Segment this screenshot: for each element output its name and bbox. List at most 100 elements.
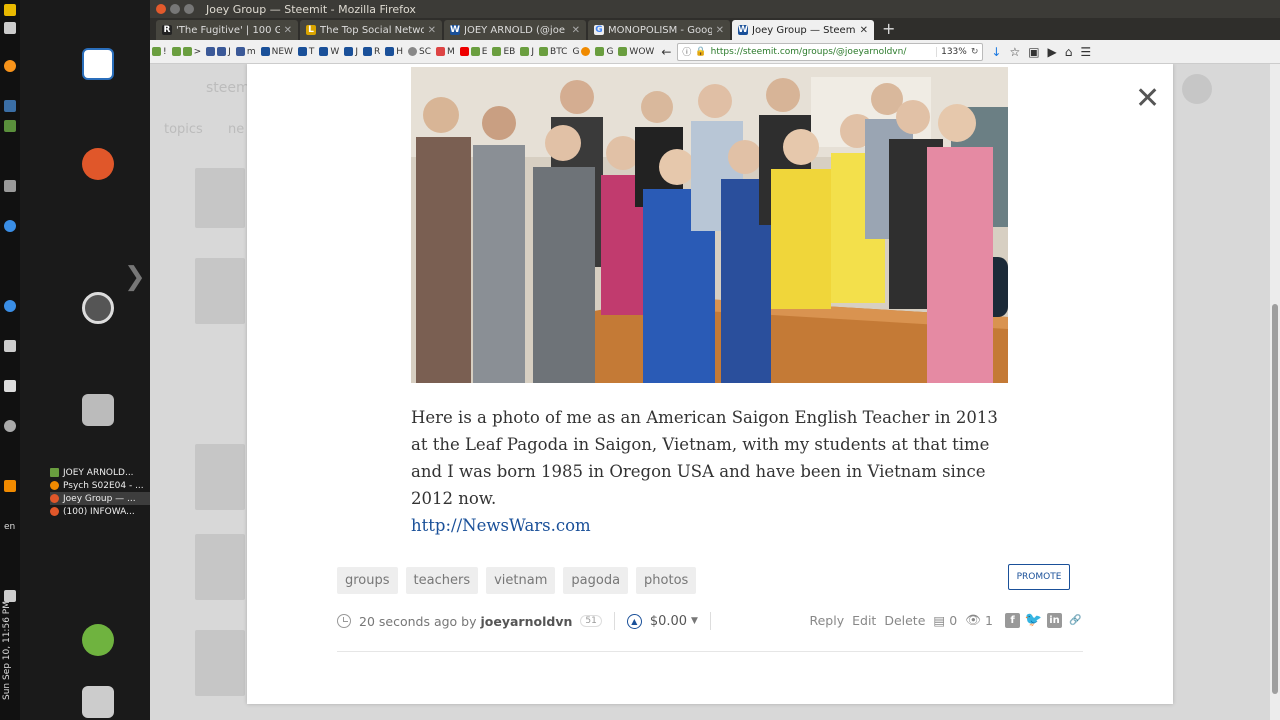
delete-link[interactable]: Delete [884,613,925,628]
clipboard-icon[interactable]: ▣ [1028,45,1039,59]
close-icon[interactable]: ✕ [1135,84,1160,114]
reload-icon[interactable]: ↻ [971,47,979,57]
tab[interactable]: R 'The Fugitive' | 100 Gr ✕ [156,20,298,40]
payout-value[interactable]: $0.00 [650,614,687,629]
upvote-icon[interactable]: ▲ [626,613,642,629]
user-icon[interactable] [82,624,114,656]
facebook-icon[interactable]: f [1005,612,1020,628]
zoom-level[interactable]: 133% [936,46,967,57]
bookmark[interactable]: > [171,47,201,57]
bitcoin-icon[interactable] [4,60,16,72]
bookmark[interactable]: G [572,47,591,57]
author-link[interactable]: joeyarnoldvn [481,614,573,629]
close-tab-icon[interactable]: ✕ [284,25,292,36]
taskbar-item[interactable]: Psych S02E04 - ... [50,479,150,492]
post-photo[interactable] [411,67,1008,383]
promote-button[interactable]: PROMOTE [1008,564,1070,590]
ubuntu-icon[interactable] [4,4,16,16]
chevron-down-icon[interactable]: ▼ [691,616,698,626]
bookmark[interactable]: E [459,47,487,57]
bookmark[interactable]: J [344,47,358,57]
close-tab-icon[interactable]: ✕ [428,25,436,36]
document-icon[interactable] [82,48,114,80]
back-icon[interactable]: ← [661,45,671,59]
tab[interactable]: L The Top Social Networ ✕ [300,20,442,40]
youtube-icon[interactable]: ▶ [1048,45,1057,59]
twitter-icon[interactable]: 🐦 [1025,612,1042,628]
app-icon[interactable] [4,180,16,192]
tag[interactable]: vietnam [486,567,556,594]
tag[interactable]: pagoda [563,567,629,594]
app-icon[interactable] [4,340,16,352]
bookmark[interactable]: G [595,47,613,57]
tab[interactable]: W JOEY ARNOLD (@joe ✕ [444,20,586,40]
scrollbar[interactable] [1270,64,1280,720]
comment-count[interactable]: ▤ 0 [933,613,957,628]
bookmark[interactable]: R [362,47,380,57]
app-icon[interactable] [4,420,16,432]
tab[interactable]: G MONOPOLISM - Goog ✕ [588,20,730,40]
app-icon[interactable] [4,380,16,392]
link-icon[interactable]: 🔗 [1068,613,1083,628]
bookmark[interactable]: J [520,47,534,57]
taskbar-item[interactable]: Joey Group — ... [50,492,150,505]
firefox-icon[interactable] [82,148,114,180]
language-indicator[interactable]: en [4,522,15,532]
app-icon[interactable] [4,22,16,34]
info-icon[interactable]: ⓘ [682,45,691,58]
tag[interactable]: teachers [405,567,479,594]
tab[interactable]: W Joey Group — Steemit ✕ [732,20,874,40]
download-icon[interactable]: ↓ [991,45,1001,59]
bookmark[interactable]: EB [492,47,515,57]
chrome-icon[interactable] [4,300,16,312]
vlc-icon[interactable] [4,480,16,492]
minimize-window-button[interactable] [170,4,180,14]
post-time[interactable]: 20 seconds ago by [359,614,477,629]
trash-icon[interactable] [82,686,114,718]
app-icon[interactable] [4,100,16,112]
new-tab-icon[interactable]: + [882,19,895,38]
url-text[interactable]: https://steemit.com/groups/@joeyarnoldvn… [711,47,932,57]
edit-link[interactable]: Edit [852,613,876,628]
bookmark[interactable]: T [297,46,315,57]
tag[interactable]: groups [337,567,398,594]
chevron-right-icon[interactable]: ❯ [124,262,146,292]
facebook-icon [217,47,227,56]
app-icon[interactable] [4,120,16,132]
menu-icon[interactable]: ☰ [1080,45,1091,59]
close-tab-icon[interactable]: ✕ [572,25,580,36]
ubuntu-settings-icon[interactable] [82,292,114,324]
close-tab-icon[interactable]: ✕ [860,25,868,36]
url-bar[interactable]: ⓘ 🔒 https://steemit.com/groups/@joeyarno… [677,42,984,61]
bookmark[interactable]: SC [408,47,431,57]
bookmark[interactable]: BTC [539,47,567,57]
bookmark[interactable]: NEW [260,47,293,57]
maximize-window-button[interactable] [184,4,194,14]
bookmark[interactable]: J [206,47,231,57]
tag[interactable]: photos [636,567,697,594]
scrollbar-thumb[interactable] [1272,304,1278,694]
bookmark[interactable]: M [436,47,455,57]
post-modal: ✕ Here is a photo of me as an American S… [247,64,1173,704]
bookmark[interactable]: m [235,47,256,57]
bookmark[interactable]: H [385,47,403,57]
reply-link[interactable]: Reply [809,613,844,628]
linkedin-icon[interactable]: in [1047,612,1062,628]
bookmark[interactable]: W [319,47,339,57]
bookmark-label: T [308,46,315,57]
comment-icon: ▤ [933,612,946,628]
bookmark[interactable]: WOW [618,47,654,57]
app-icon[interactable] [4,220,16,232]
tab-title: JOEY ARNOLD (@joe [464,24,565,36]
bookmark-label: J [355,46,358,57]
taskbar-item[interactable]: (100) INFOWA... [50,505,150,518]
post-link[interactable]: http://NewsWars.com [411,516,591,535]
taskbar-item[interactable]: JOEY ARNOLD... [50,466,150,479]
clock[interactable]: Sun Sep 10, 11:56 PM [2,601,12,700]
bookmark[interactable]: ! [152,47,167,57]
archive-icon[interactable] [82,394,114,426]
home-icon[interactable]: ⌂ [1065,45,1073,59]
close-tab-icon[interactable]: ✕ [716,25,724,36]
star-icon[interactable]: ☆ [1009,45,1020,59]
close-window-button[interactable] [156,4,166,14]
